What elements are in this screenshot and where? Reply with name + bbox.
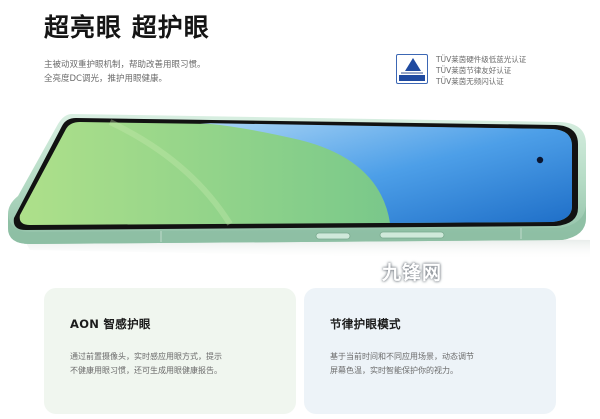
certification-flicker-free: TÜV莱茵无频闪认证 (436, 77, 504, 86)
feature-card-line-2: 不健康用眼习惯，还可生成用眼健康报告。 (70, 366, 222, 375)
feature-card-title: AON 智感护眼 (70, 317, 151, 331)
certification-list: TÜV莱茵硬件级低蓝光认证 TÜV莱茵节律友好认证 TÜV莱茵无频闪认证 (436, 54, 526, 87)
watermark-logo: 九锋网 (382, 262, 443, 284)
feature-card-aon: AON 智感护眼 通过前置摄像头，实时感应用眼方式，提示 不健康用眼习惯，还可生… (44, 288, 296, 414)
page-title: 超亮眼 超护眼 (44, 13, 210, 42)
feature-card-text: 基于当前时间和不同应用场景，动态调节 屏幕色温，实时智能保护你的视力。 (330, 350, 530, 378)
feature-card-line-1: 通过前置摄像头，实时感应用眼方式，提示 (70, 352, 222, 361)
certification-block: TÜV莱茵硬件级低蓝光认证 TÜV莱茵节律友好认证 TÜV莱茵无频闪认证 (396, 54, 526, 87)
feature-card-circadian: 节律护眼模式 基于当前时间和不同应用场景，动态调节 屏幕色温，实时智能保护你的视… (304, 288, 556, 414)
feature-card-title: 节律护眼模式 (330, 317, 401, 331)
feature-card-text: 通过前置摄像头，实时感应用眼方式，提示 不健康用眼习惯，还可生成用眼健康报告。 (70, 350, 270, 378)
certification-circadian-friendly: TÜV莱茵节律友好认证 (436, 66, 512, 75)
feature-card-line-2: 屏幕色温，实时智能保护你的视力。 (330, 366, 458, 375)
feature-description: 主被动双重护眼机制，帮助改善用眼习惯。 全亮度DC调光，推护用眼健康。 (44, 58, 284, 86)
feature-card-line-1: 基于当前时间和不同应用场景，动态调节 (330, 352, 474, 361)
phone-illustration (8, 114, 590, 260)
certification-low-blue-light: TÜV莱茵硬件级低蓝光认证 (436, 55, 527, 64)
phone-image (0, 100, 600, 270)
description-line-2: 全亮度DC调光，推护用眼健康。 (44, 74, 167, 84)
description-line-1: 主被动双重护眼机制，帮助改善用眼习惯。 (44, 60, 206, 70)
tuv-rheinland-badge-icon (396, 54, 428, 84)
